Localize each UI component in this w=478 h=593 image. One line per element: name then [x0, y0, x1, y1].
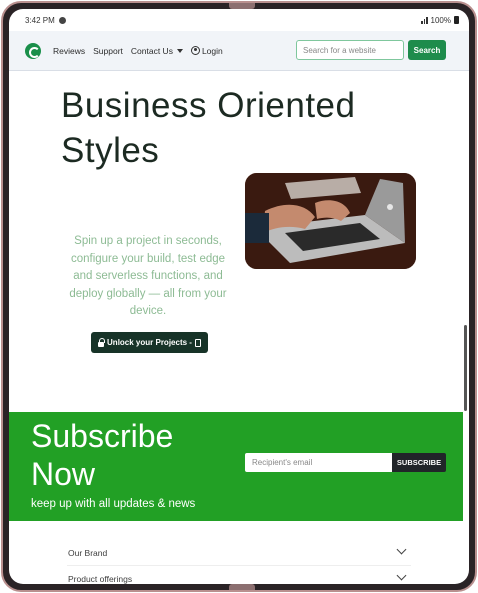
- user-circle-icon: [190, 45, 200, 55]
- nav-login-label: Login: [201, 45, 223, 56]
- search-button[interactable]: Search: [408, 40, 446, 60]
- laptop-illustration: [245, 173, 416, 269]
- footer-accordion: Our Brand Product offerings: [67, 540, 411, 584]
- nav-contact-us[interactable]: Contact Us: [131, 46, 183, 56]
- subscribe-title-line1: Subscribe: [31, 418, 174, 454]
- accordion-label: Our Brand: [68, 548, 108, 558]
- subscribe-title: Subscribe Now: [31, 417, 173, 493]
- search-input[interactable]: [296, 40, 404, 60]
- chevron-down-icon: [396, 570, 407, 581]
- status-bar: 3:42 PM 100%: [9, 9, 469, 31]
- page-scrollbar[interactable]: [464, 325, 467, 411]
- nav-reviews[interactable]: Reviews: [53, 46, 85, 56]
- accordion-item-product-offerings[interactable]: Product offerings: [67, 566, 411, 584]
- nav-contact-label: Contact Us: [130, 45, 173, 56]
- notification-icon: [58, 16, 66, 24]
- navbar: Reviews Support Contact Us Login Search: [9, 31, 469, 71]
- subscribe-button[interactable]: SUBSCRIBE: [392, 453, 446, 472]
- battery-percent: 100%: [430, 15, 451, 25]
- screen: 3:42 PM 100% Reviews Support Contact Us …: [9, 9, 469, 584]
- email-field[interactable]: [245, 453, 392, 472]
- chevron-down-icon: [396, 544, 407, 555]
- device-frame: 3:42 PM 100% Reviews Support Contact Us …: [1, 1, 477, 592]
- hero-description: Spin up a project in seconds, configure …: [69, 235, 227, 317]
- signal-icon: [421, 16, 428, 24]
- nav-support[interactable]: Support: [93, 46, 123, 56]
- subscribe-section: Subscribe Now keep up with all updates &…: [9, 412, 463, 521]
- nav-login[interactable]: Login: [190, 45, 223, 56]
- hinge-bottom: [229, 584, 255, 590]
- accordion-item-our-brand[interactable]: Our Brand: [67, 540, 411, 566]
- hero-laptop-image: [245, 173, 416, 269]
- hero-title: Business Oriented Styles: [61, 86, 356, 170]
- unlock-label: Unlock your Projects -: [107, 338, 192, 347]
- unlock-projects-button[interactable]: Unlock your Projects -: [91, 332, 208, 353]
- subscribe-tagline: keep up with all updates & news: [31, 498, 196, 510]
- battery-icon: [454, 16, 459, 24]
- brand-logo-icon[interactable]: [25, 42, 41, 59]
- lock-icon: [98, 337, 106, 347]
- clipboard-icon: [194, 338, 201, 347]
- caret-down-icon: [176, 49, 183, 54]
- subscribe-title-line2: Now: [31, 456, 96, 492]
- accordion-label: Product offerings: [68, 574, 133, 584]
- status-time: 3:42 PM: [25, 15, 55, 25]
